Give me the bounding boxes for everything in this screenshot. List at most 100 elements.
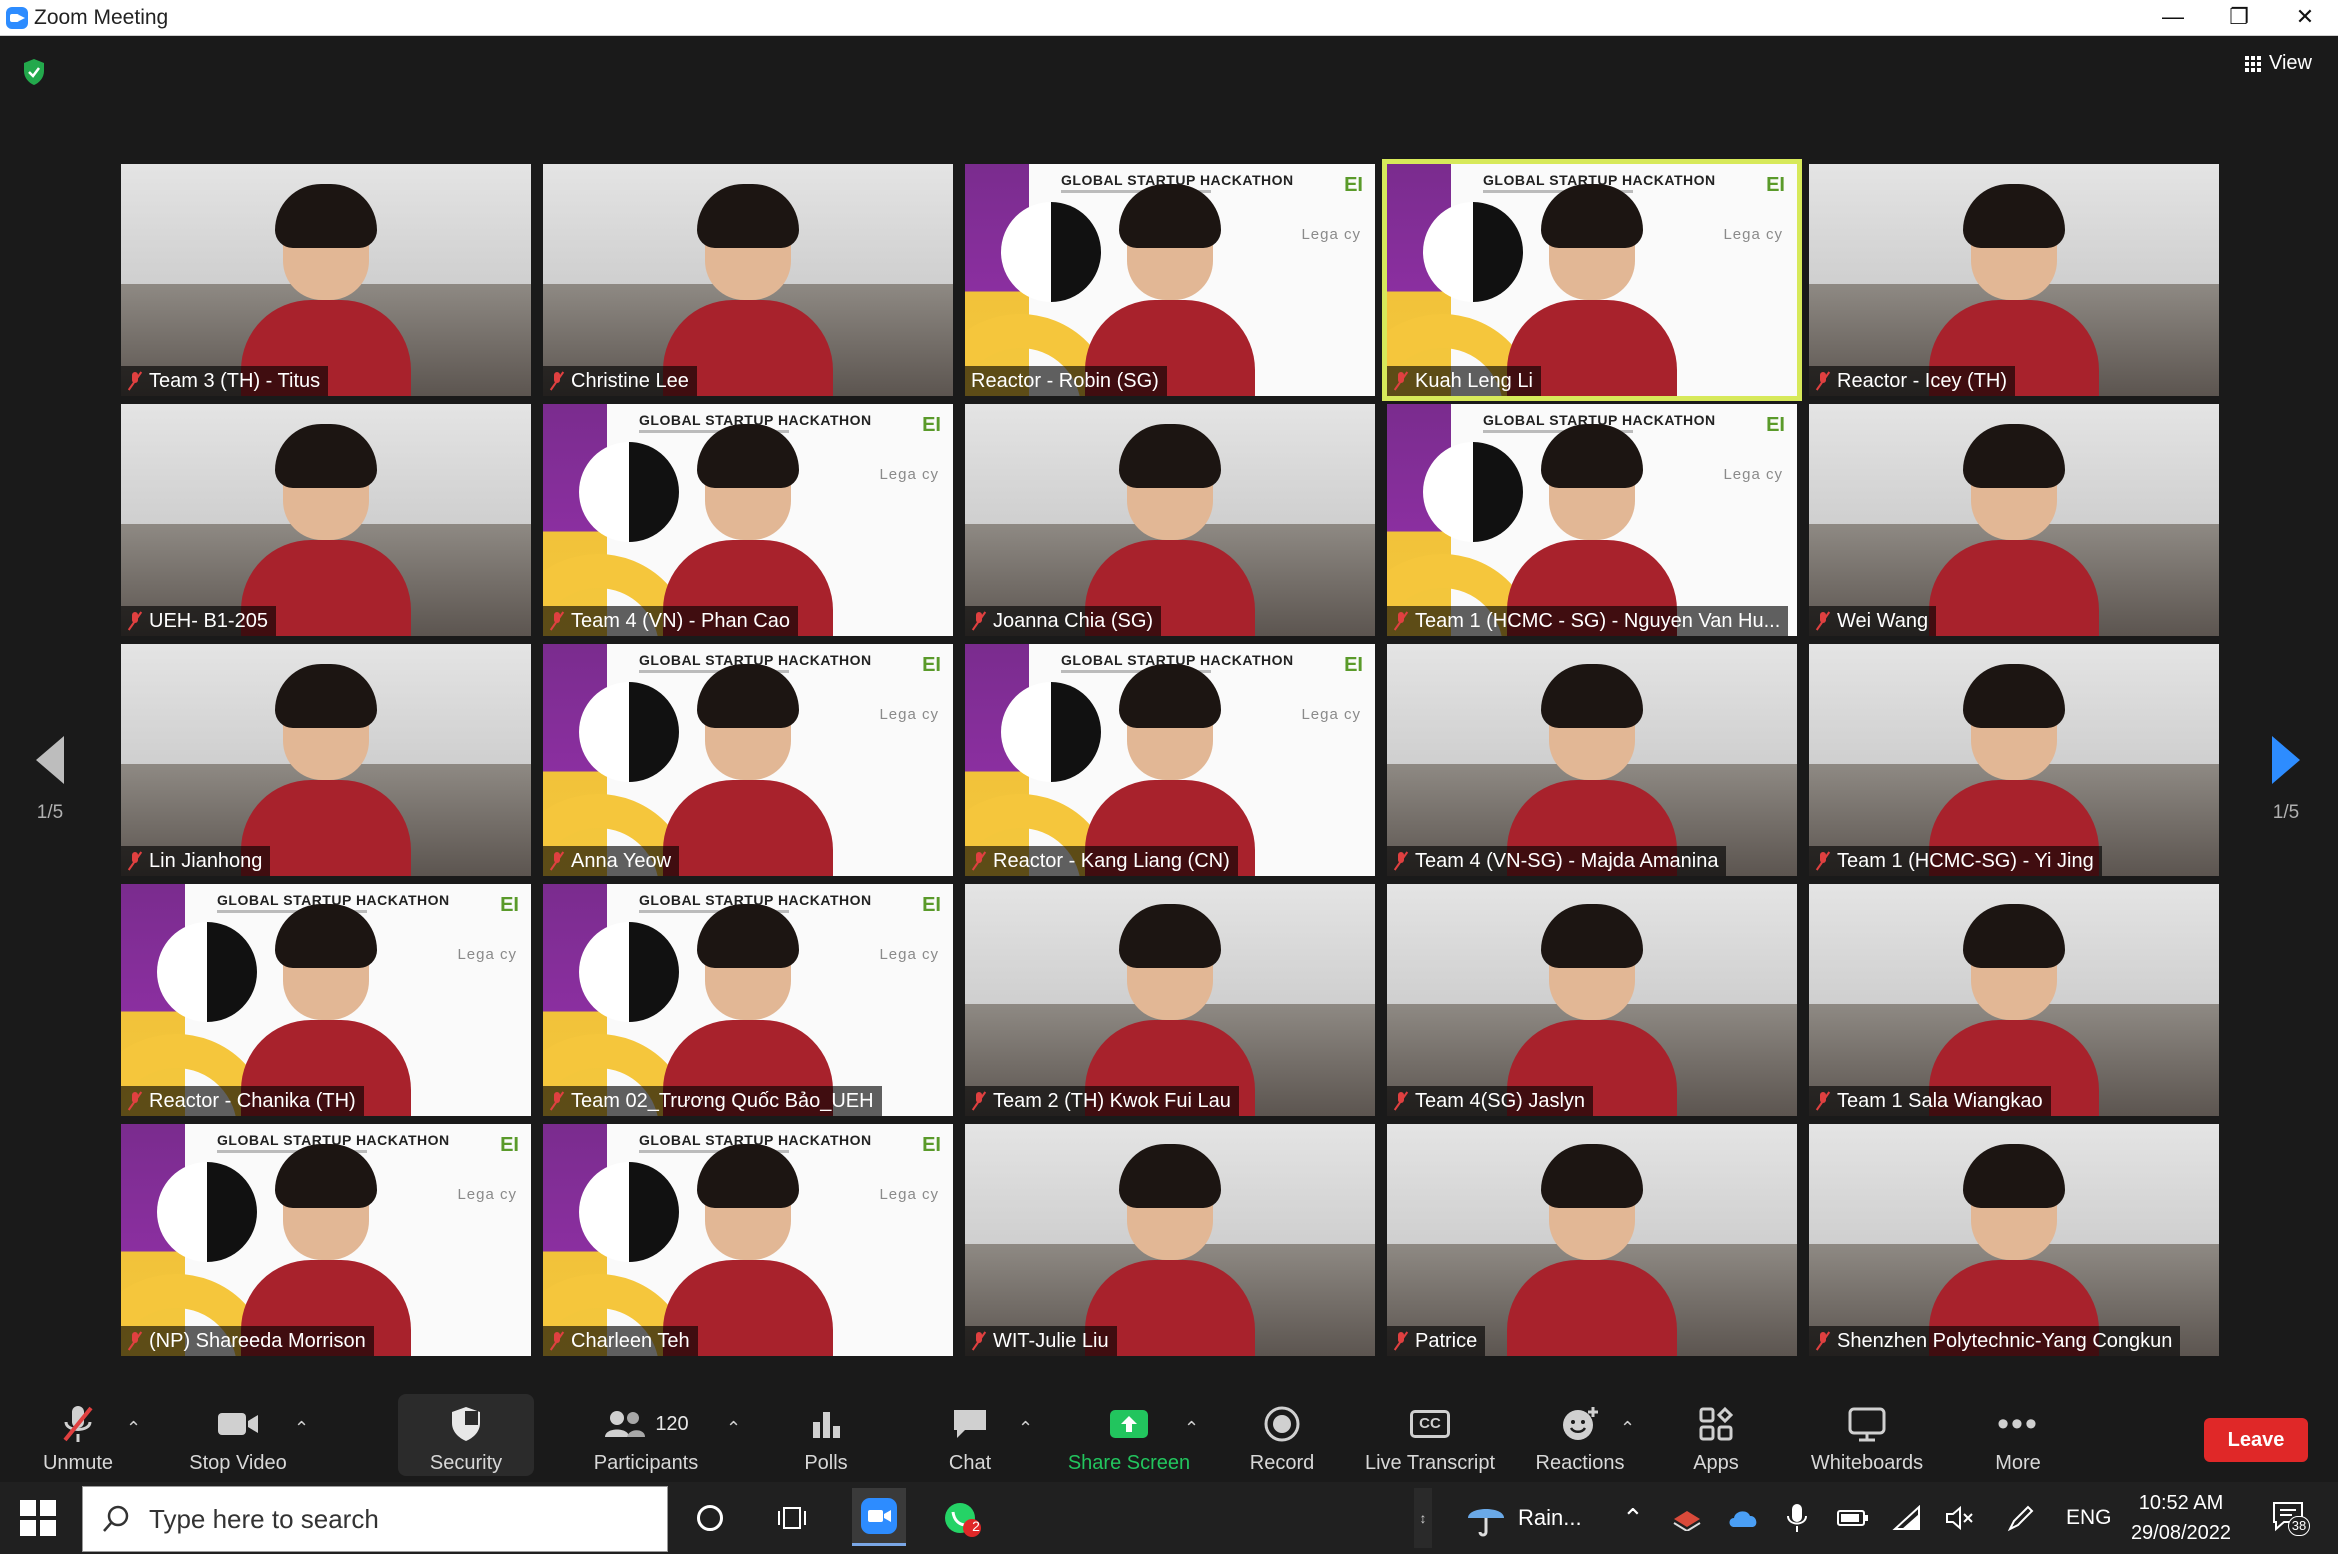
reactions-label: Reactions [1535, 1452, 1625, 1474]
participant-name: (NP) Shareeda Morrison [149, 1329, 366, 1352]
participant-video-figure [1929, 424, 2099, 636]
participant-tile[interactable]: Joanna Chia (SG) [965, 404, 1375, 636]
live-transcript-button[interactable]: CC Live Transcript [1360, 1388, 1500, 1482]
weather-widget[interactable]: Rain... [1464, 1482, 1582, 1554]
record-button[interactable]: Record [1232, 1388, 1332, 1482]
participant-tile[interactable]: Team 2 (TH) Kwok Fui Lau [965, 884, 1375, 1116]
battery-icon[interactable] [1836, 1482, 1870, 1554]
windows-start-button[interactable] [20, 1500, 56, 1536]
share-screen-button[interactable]: Share Screen [1062, 1388, 1196, 1482]
participant-tile[interactable]: GLOBAL STARTUP HACKATHON EI Lega cy Team 02… [543, 884, 953, 1116]
participant-tile[interactable]: Team 4(SG) Jaslyn [1387, 884, 1797, 1116]
participant-name: Team 1 (HCMC-SG) - Yi Jing [1837, 849, 2094, 872]
restore-button[interactable]: ❐ [2206, 0, 2272, 36]
chat-button[interactable]: Chat [920, 1388, 1020, 1482]
participant-tile[interactable]: Lin Jianhong [121, 644, 531, 876]
participant-tile[interactable]: UEH- B1-205 [121, 404, 531, 636]
share-options-caret-icon[interactable]: ⌃ [1184, 1418, 1199, 1439]
taskbar-search-box[interactable]: Type here to search [82, 1486, 668, 1552]
participant-nameplate: Reactor - Icey (TH) [1809, 366, 2016, 396]
participant-tile[interactable]: Wei Wang [1809, 404, 2219, 636]
participant-tile[interactable]: Team 1 (HCMC-SG) - Yi Jing [1809, 644, 2219, 876]
polls-button[interactable]: Polls [776, 1388, 876, 1482]
chat-options-caret-icon[interactable]: ⌃ [1018, 1418, 1033, 1439]
participant-name: Team 02_Trương Quốc Bảo_UEH [571, 1089, 874, 1112]
input-language-indicator[interactable]: ENG [2066, 1482, 2112, 1554]
gallery-grid: Team 3 (TH) - Titus Christine Lee GLOBAL S… [121, 159, 2219, 1356]
pen-icon[interactable] [2006, 1482, 2036, 1554]
previous-page-button[interactable]: 1/5 [20, 736, 80, 824]
ei-logo: EI [922, 414, 941, 436]
legacy-sponsor-logo: Lega cy [879, 1186, 939, 1203]
leave-button[interactable]: Leave [2204, 1418, 2308, 1462]
more-button[interactable]: ••• More [1968, 1388, 2068, 1482]
whatsapp-taskbar-icon[interactable]: 2 [940, 1496, 984, 1540]
microphone-icon[interactable] [1786, 1482, 1808, 1554]
participant-tile[interactable]: GLOBAL STARTUP HACKATHON EI Lega cy Anna Ye… [543, 644, 953, 876]
speaker-muted-icon[interactable] [1944, 1482, 1974, 1554]
zoom-taskbar-icon[interactable] [852, 1488, 906, 1546]
taskbar-clock[interactable]: 10:52 AM 29/08/2022 [2116, 1488, 2246, 1548]
participant-name: Joanna Chia (SG) [993, 609, 1154, 632]
participant-tile[interactable]: GLOBAL STARTUP HACKATHON EI Lega cy Team 1 … [1387, 404, 1797, 636]
participant-tile[interactable]: Christine Lee [543, 164, 953, 396]
apps-button[interactable]: Apps [1666, 1388, 1766, 1482]
scroll-arrows-icon[interactable]: ↕ [1414, 1488, 1432, 1548]
onedrive-cloud-icon[interactable] [1726, 1482, 1760, 1554]
video-options-caret-icon[interactable]: ⌃ [294, 1418, 309, 1439]
search-icon [103, 1505, 129, 1532]
mic-muted-icon [549, 371, 565, 391]
participant-tile[interactable]: GLOBAL STARTUP HACKATHON EI Lega cy Reactor… [121, 884, 531, 1116]
unmute-button[interactable]: Unmute [30, 1388, 126, 1482]
participant-tile[interactable]: Patrice [1387, 1124, 1797, 1356]
mic-muted-icon [549, 851, 565, 871]
next-page-button[interactable]: 1/5 [2256, 736, 2316, 824]
wifi-icon[interactable] [1892, 1482, 1922, 1554]
participant-tile[interactable]: GLOBAL STARTUP HACKATHON EI Lega cy Team 4 … [543, 404, 953, 636]
participant-tile[interactable]: GLOBAL STARTUP HACKATHON EI Lega cy Reactor… [965, 644, 1375, 876]
mic-muted-icon [1393, 1091, 1409, 1111]
security-button[interactable]: Security [398, 1394, 534, 1476]
cortana-circle-icon[interactable] [688, 1496, 732, 1540]
legacy-sponsor-logo: Lega cy [457, 946, 517, 963]
participants-count: 120 [655, 1412, 689, 1435]
ei-logo: EI [922, 894, 941, 916]
tray-app-icon[interactable] [1672, 1482, 1702, 1554]
participant-tile[interactable]: GLOBAL STARTUP HACKATHON EI Lega cy Kuah Le… [1382, 159, 1802, 401]
whiteboards-button[interactable]: Whiteboards [1802, 1388, 1932, 1482]
participant-tile[interactable]: GLOBAL STARTUP HACKATHON EI Lega cy Charlee… [543, 1124, 953, 1356]
mic-muted-icon [971, 1331, 987, 1351]
window-title: Zoom Meeting [34, 6, 169, 29]
whatsapp-badge-count: 2 [972, 1518, 980, 1534]
mic-muted-icon [549, 611, 565, 631]
video-camera-icon [216, 1404, 260, 1444]
close-button[interactable]: ✕ [2272, 0, 2338, 36]
participants-button[interactable]: 120 Participants [588, 1388, 704, 1482]
participant-tile[interactable]: Team 4 (VN-SG) - Majda Amanina [1387, 644, 1797, 876]
minimize-button[interactable]: — [2140, 0, 2206, 36]
participant-name: Charleen Teh [571, 1329, 690, 1352]
grid-view-icon [2245, 55, 2261, 72]
participants-icon-group: 120 [603, 1404, 689, 1444]
participant-tile[interactable]: Shenzhen Polytechnic-Yang Congkun [1809, 1124, 2219, 1356]
participant-tile[interactable]: Reactor - Icey (TH) [1809, 164, 2219, 396]
view-button[interactable]: View [2245, 52, 2312, 75]
stop-video-button[interactable]: Stop Video [180, 1388, 296, 1482]
notification-center-icon[interactable]: 38 [2272, 1500, 2316, 1536]
participant-tile[interactable]: Team 1 Sala Wiangkao [1809, 884, 2219, 1116]
participant-nameplate: Shenzhen Polytechnic-Yang Congkun [1809, 1326, 2181, 1356]
reactions-button[interactable]: Reactions [1528, 1388, 1632, 1482]
participant-video-figure [1507, 1144, 1677, 1356]
tray-overflow-chevron-icon[interactable]: ⌃ [1622, 1482, 1644, 1554]
participant-tile[interactable]: WIT-Julie Liu [965, 1124, 1375, 1356]
task-view-icon[interactable] [770, 1496, 814, 1540]
participant-tile[interactable]: GLOBAL STARTUP HACKATHON EI Lega cy Reactor… [965, 164, 1375, 396]
participant-name: Reactor - Kang Liang (CN) [993, 849, 1230, 872]
audio-options-caret-icon[interactable]: ⌃ [126, 1418, 141, 1439]
participants-options-caret-icon[interactable]: ⌃ [726, 1418, 741, 1439]
ei-logo: EI [1766, 174, 1785, 196]
encryption-shield-icon[interactable] [22, 58, 46, 86]
participant-tile[interactable]: GLOBAL STARTUP HACKATHON EI Lega cy (NP) Sh… [121, 1124, 531, 1356]
reactions-options-caret-icon[interactable]: ⌃ [1620, 1418, 1635, 1439]
participant-tile[interactable]: Team 3 (TH) - Titus [121, 164, 531, 396]
